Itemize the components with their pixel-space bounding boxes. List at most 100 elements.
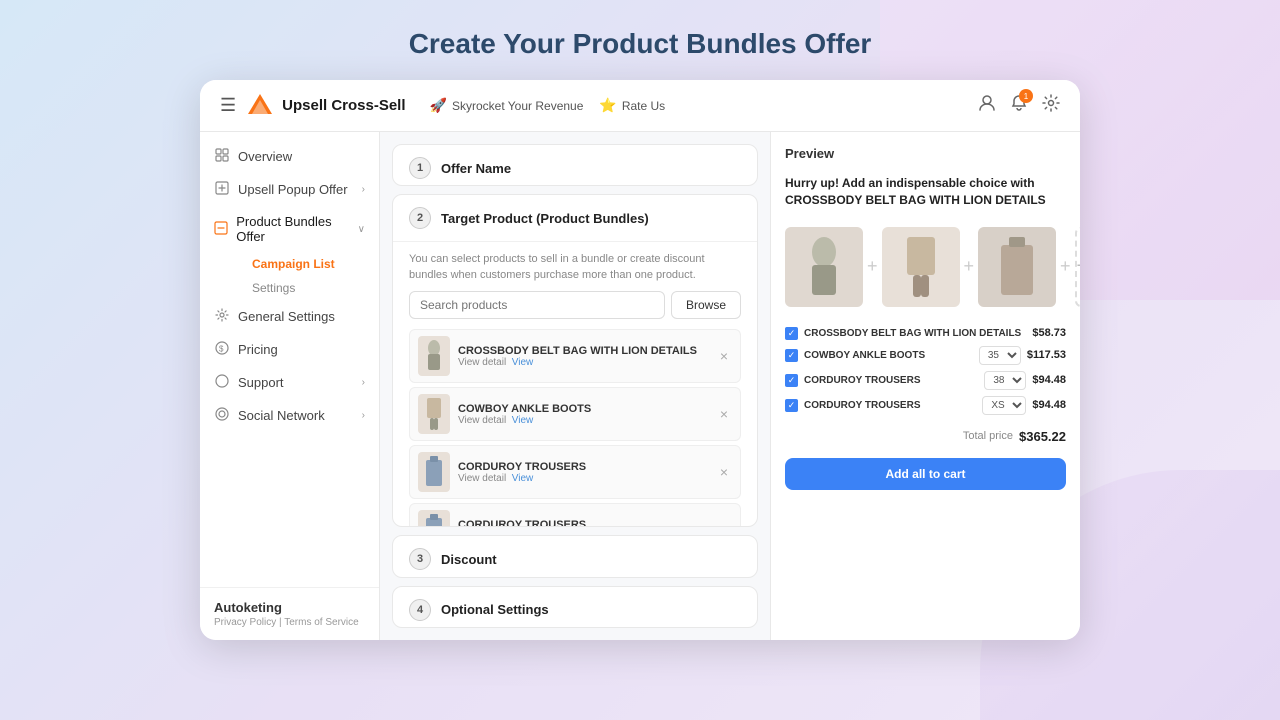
preview-add-box: +: [1075, 227, 1080, 307]
sidebar-item-support-label: Support: [238, 375, 284, 390]
notifications-icon[interactable]: 1: [1010, 94, 1028, 117]
rocket-badge[interactable]: 🚀 Skyrocket Your Revenue: [430, 97, 584, 114]
sidebar-sub-campaign-list[interactable]: Campaign List: [238, 252, 379, 276]
support-chevron-icon: ›: [362, 377, 365, 388]
content-area: 1 Offer Name 2 Target Product (Product B…: [380, 132, 770, 640]
settings-icon[interactable]: [1042, 94, 1060, 117]
preview-checkbox-4[interactable]: [785, 399, 798, 412]
search-row: Browse: [409, 291, 741, 319]
preview-item-1-name: CROSSBODY BELT BAG WITH LION DETAILS: [804, 328, 1026, 339]
add-all-to-cart-button[interactable]: Add all to cart: [785, 458, 1066, 490]
preview-item-4-price: $94.48: [1032, 399, 1066, 411]
support-icon: [214, 374, 230, 391]
offer-name-title: Offer Name: [441, 161, 511, 176]
product-bundles-icon: [214, 221, 228, 238]
terms-link[interactable]: Terms of Service: [284, 617, 358, 628]
optional-settings-section: 4 Optional Settings: [392, 586, 758, 628]
sidebar-item-upsell-popup[interactable]: Upsell Popup Offer ›: [200, 173, 379, 206]
target-product-header[interactable]: 2 Target Product (Product Bundles): [393, 195, 757, 241]
product-3-view-detail: View detail: [458, 473, 506, 484]
sidebar-item-overview[interactable]: Overview: [200, 140, 379, 173]
rocket-icon: 🚀: [430, 97, 447, 114]
sidebar-item-overview-label: Overview: [238, 149, 292, 164]
preview-total-row: Total price $365.22: [785, 429, 1066, 444]
sidebar-footer: Autoketing Privacy Policy | Terms of Ser…: [200, 587, 379, 640]
preview-item-2-name: COWBOY ANKLE BOOTS: [804, 350, 973, 361]
product-1-view-link[interactable]: View: [512, 357, 534, 368]
sidebar-item-product-bundles[interactable]: Product Bundles Offer ∨: [200, 206, 379, 252]
topbar-actions: 1: [978, 94, 1060, 117]
preview-checkbox-3[interactable]: [785, 374, 798, 387]
preview-item-3-name: CORDUROY TROUSERS: [804, 375, 978, 386]
discount-section: 3 Discount: [392, 535, 758, 577]
preview-size-select-3[interactable]: 38: [984, 371, 1026, 390]
sidebar-nav: Overview Upsell Popup Offer › Product Bu…: [200, 132, 379, 587]
preview-size-select-2[interactable]: 35: [979, 346, 1021, 365]
list-item: CORDUROY TROUSERS View detail View ×: [409, 445, 741, 499]
browse-button[interactable]: Browse: [671, 291, 741, 319]
product-1-thumb: [418, 336, 450, 376]
menu-icon[interactable]: ☰: [220, 95, 236, 116]
sidebar-sub-menu: Campaign List Settings: [200, 252, 379, 300]
product-2-view-link[interactable]: View: [512, 415, 534, 426]
preview-checkbox-1[interactable]: [785, 327, 798, 340]
star-badge[interactable]: ⭐ Rate Us: [599, 97, 665, 114]
social-chevron-icon: ›: [362, 410, 365, 421]
product-1-remove[interactable]: ×: [716, 346, 732, 366]
overview-icon: [214, 148, 230, 165]
offer-name-section: 1 Offer Name: [392, 144, 758, 186]
step-2-circle: 2: [409, 207, 431, 229]
discount-header[interactable]: 3 Discount: [393, 536, 757, 577]
app-container: ☰ Upsell Cross-Sell 🚀 Skyrocket Your Rev…: [200, 80, 1080, 640]
star-icon: ⭐: [599, 97, 616, 114]
target-product-body: You can select products to sell in a bun…: [393, 241, 757, 527]
product-1-links: View detail View: [458, 357, 708, 368]
preview-item-row-4: CORDUROY TROUSERS XS $94.48: [785, 396, 1066, 415]
preview-size-select-4[interactable]: XS: [982, 396, 1026, 415]
product-2-links: View detail View: [458, 415, 708, 426]
sidebar-item-pricing[interactable]: $ Pricing: [200, 333, 379, 366]
product-3-name: CORDUROY TROUSERS: [458, 461, 708, 473]
rocket-label: Skyrocket Your Revenue: [452, 99, 583, 113]
bundles-chevron-icon: ∨: [358, 224, 365, 235]
sidebar-item-general-settings[interactable]: General Settings: [200, 300, 379, 333]
total-label: Total price: [963, 430, 1013, 442]
plus-icon-2: +: [964, 256, 975, 277]
product-1-name: CROSSBODY BELT BAG WITH LION DETAILS: [458, 345, 708, 357]
sidebar-item-social-network[interactable]: Social Network ›: [200, 399, 379, 432]
sidebar-item-social-label: Social Network: [238, 408, 325, 423]
preview-checkbox-2[interactable]: [785, 349, 798, 362]
product-4-name: CORDUROY TROUSERS: [458, 519, 708, 527]
preview-item-row-2: COWBOY ANKLE BOOTS 35 $117.53: [785, 346, 1066, 365]
product-2-view-detail: View detail: [458, 415, 506, 426]
privacy-policy-link[interactable]: Privacy Policy: [214, 617, 276, 628]
svg-text:$: $: [219, 345, 224, 354]
product-3-remove[interactable]: ×: [716, 462, 732, 482]
sidebar-item-support[interactable]: Support ›: [200, 366, 379, 399]
user-icon[interactable]: [978, 94, 996, 117]
main-layout: Overview Upsell Popup Offer › Product Bu…: [200, 132, 1080, 640]
product-1-view-detail: View detail: [458, 357, 506, 368]
product-3-info: CORDUROY TROUSERS View detail View: [458, 461, 708, 484]
product-3-view-link[interactable]: View: [512, 473, 534, 484]
offer-name-header[interactable]: 1 Offer Name: [393, 145, 757, 186]
step-1-circle: 1: [409, 157, 431, 179]
preview-item-3-price: $94.48: [1032, 374, 1066, 386]
product-4-remove[interactable]: ×: [716, 520, 732, 527]
sidebar-sub-settings[interactable]: Settings: [238, 276, 379, 300]
preview-title: Preview: [785, 146, 1066, 161]
preview-panel: Preview Hurry up! Add an indispensable c…: [770, 132, 1080, 640]
target-product-section: 2 Target Product (Product Bundles) You c…: [392, 194, 758, 527]
search-input[interactable]: [409, 291, 665, 319]
footer-brand: Autoketing: [214, 600, 365, 615]
optional-settings-header[interactable]: 4 Optional Settings: [393, 587, 757, 628]
list-item: CROSSBODY BELT BAG WITH LION DETAILS Vie…: [409, 329, 741, 383]
product-3-links: View detail View: [458, 473, 708, 484]
page-title: Create Your Product Bundles Offer: [0, 0, 1280, 80]
product-2-remove[interactable]: ×: [716, 404, 732, 424]
preview-item-row-1: CROSSBODY BELT BAG WITH LION DETAILS $58…: [785, 327, 1066, 340]
list-item: COWBOY ANKLE BOOTS View detail View ×: [409, 387, 741, 441]
topbar: ☰ Upsell Cross-Sell 🚀 Skyrocket Your Rev…: [200, 80, 1080, 132]
pricing-icon: $: [214, 341, 230, 358]
discount-title: Discount: [441, 552, 497, 567]
